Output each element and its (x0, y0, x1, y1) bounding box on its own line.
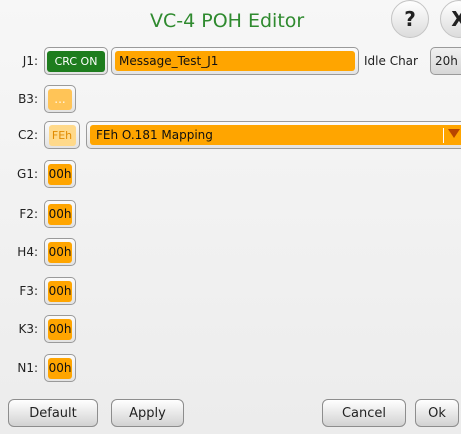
idle-char-label: Idle Char (364, 54, 418, 68)
b3-field[interactable]: ... (44, 85, 76, 113)
h4-label: H4: (17, 245, 38, 259)
poh-editor-panel: VC-4 POH Editor ? X J1: CRC ON Message_T… (0, 0, 461, 434)
k3-label: K3: (18, 322, 38, 336)
b3-value: ... (48, 88, 72, 110)
help-icon[interactable]: ? (391, 0, 429, 38)
chevron-down-icon[interactable] (448, 129, 460, 138)
c2-field[interactable]: FEh (44, 121, 80, 149)
f2-value: 00h (48, 203, 72, 225)
idle-char-field[interactable]: 20h (430, 47, 461, 75)
page-title: VC-4 POH Editor (150, 10, 305, 32)
f3-label: F3: (19, 284, 38, 298)
dropdown-separator (443, 128, 444, 143)
apply-button[interactable]: Apply (111, 399, 184, 427)
crc-toggle[interactable]: CRC ON (44, 47, 108, 75)
h4-field[interactable]: 00h (44, 238, 76, 266)
c2-mapping-dropdown[interactable]: FEh O.181 Mapping (86, 121, 461, 149)
g1-field[interactable]: 00h (44, 160, 76, 188)
n1-field[interactable]: 00h (44, 354, 76, 382)
k3-value: 00h (48, 318, 72, 340)
h4-value: 00h (48, 241, 72, 263)
cancel-button[interactable]: Cancel (322, 399, 406, 427)
c2-mapping-value: FEh O.181 Mapping (90, 125, 461, 145)
k3-field[interactable]: 00h (44, 315, 76, 343)
f2-field[interactable]: 00h (44, 200, 76, 228)
default-button[interactable]: Default (8, 399, 98, 427)
j1-message-input[interactable]: Message_Test_J1 (111, 47, 359, 75)
f3-value: 00h (48, 280, 72, 302)
f2-label: F2: (19, 207, 38, 221)
b3-label: B3: (18, 92, 38, 106)
c2-label: C2: (17, 128, 38, 142)
n1-value: 00h (48, 357, 72, 379)
n1-label: N1: (17, 361, 38, 375)
crc-toggle-label: CRC ON (47, 50, 105, 72)
ok-button[interactable]: Ok (415, 399, 459, 427)
g1-label: G1: (17, 167, 38, 181)
j1-message-value: Message_Test_J1 (115, 51, 355, 71)
g1-value: 00h (48, 163, 72, 185)
f3-field[interactable]: 00h (44, 277, 76, 305)
j1-label: J1: (22, 54, 38, 68)
c2-value: FEh (48, 124, 76, 146)
close-icon[interactable]: X (440, 0, 461, 38)
